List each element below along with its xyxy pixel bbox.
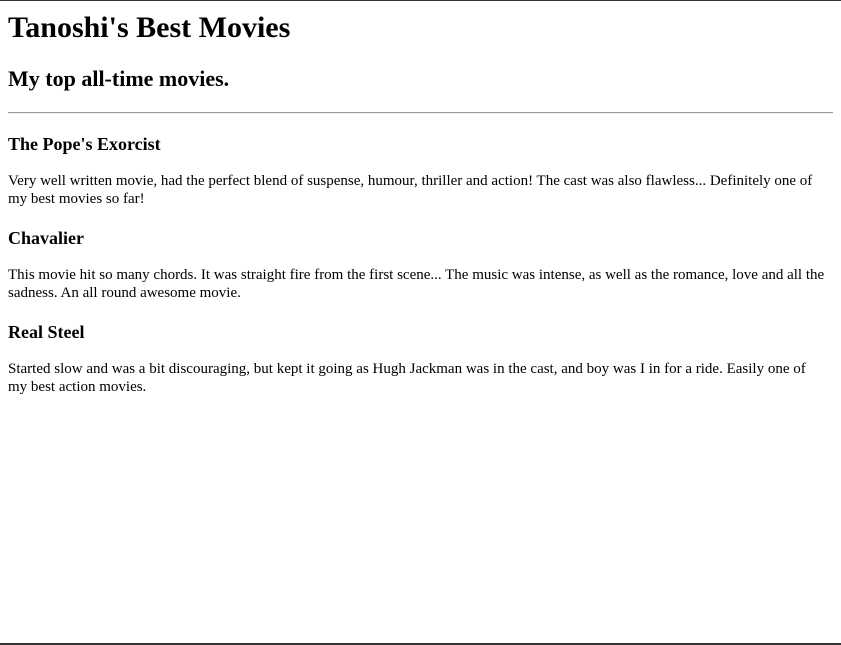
divider — [8, 112, 833, 114]
movie-title: The Pope's Exorcist — [8, 134, 161, 154]
movie-item: Real Steel Started slow and was a bit di… — [8, 321, 833, 396]
page: Tanoshi's Best Movies My top all-time mo… — [0, 11, 841, 396]
movie-review: This movie hit so many chords. It was st… — [8, 267, 825, 301]
page-title: Tanoshi's Best Movies — [8, 11, 291, 44]
movie-review: Started slow and was a bit discouraging,… — [8, 361, 806, 395]
movie-review: Very well written movie, had the perfect… — [8, 173, 813, 207]
movie-title: Chavalier — [8, 228, 84, 248]
movie-item: Chavalier This movie hit so many chords.… — [8, 227, 833, 302]
movie-item: The Pope's Exorcist Very well written mo… — [8, 133, 833, 208]
page-subtitle: My top all-time movies. — [8, 66, 230, 91]
movie-title: Real Steel — [8, 322, 85, 342]
